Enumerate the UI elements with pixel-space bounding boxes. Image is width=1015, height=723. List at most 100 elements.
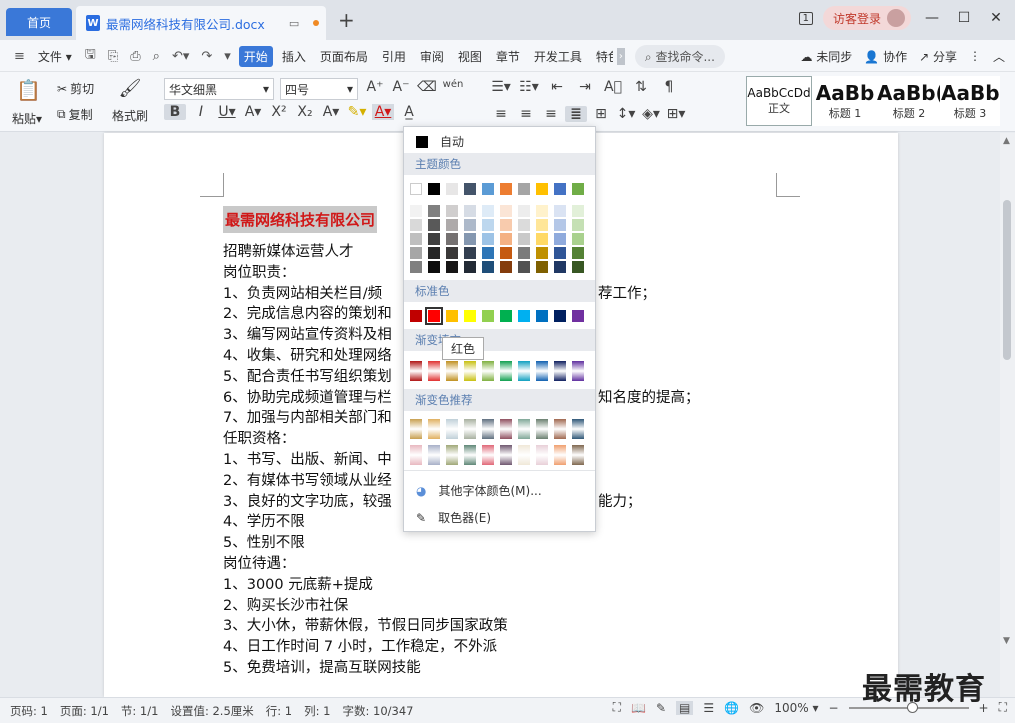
doc-line[interactable]: 1、负责网站相关栏目/频 (223, 282, 382, 303)
justify-icon[interactable]: ≣ (565, 106, 587, 122)
style-heading-2[interactable]: AaBb(标题 2 (876, 76, 942, 126)
theme-shade-swatch[interactable] (572, 261, 584, 273)
standard-color-swatch[interactable] (518, 310, 530, 322)
recommended-gradient-swatch[interactable] (410, 445, 422, 465)
zoom-select[interactable]: 100% ▾ (774, 701, 818, 715)
theme-shade-swatch[interactable] (446, 205, 458, 217)
doc-line-tail[interactable]: 荐工作； (598, 282, 656, 303)
theme-shade-swatch[interactable] (500, 247, 512, 259)
recommended-gradient-swatch[interactable] (536, 445, 548, 465)
gradient-color-swatch[interactable] (500, 361, 512, 381)
theme-shade-swatch[interactable] (554, 219, 566, 231)
doc-line[interactable]: 2、完成信息内容的策划和 (223, 302, 392, 323)
recommended-gradient-swatch[interactable] (482, 419, 494, 439)
tab-view[interactable]: 视图 (453, 46, 487, 67)
doc-line[interactable]: 岗位待遇： (223, 552, 296, 573)
theme-shade-swatch[interactable] (500, 205, 512, 217)
bold-button[interactable]: B (164, 104, 186, 120)
recommended-gradient-swatch[interactable] (572, 445, 584, 465)
grow-font-icon[interactable]: A⁺ (364, 79, 386, 95)
doc-heading[interactable]: 最需网络科技有限公司 (223, 206, 378, 233)
theme-shade-swatch[interactable] (536, 261, 548, 273)
auto-color-option[interactable]: 自动 (416, 133, 464, 150)
recommended-gradient-swatch[interactable] (500, 419, 512, 439)
new-tab-button[interactable]: + (338, 8, 355, 32)
theme-color-swatch[interactable] (518, 183, 530, 195)
minimize-button[interactable]: — (921, 10, 943, 26)
doc-line[interactable]: 1、书写、出版、新闻、中 (223, 448, 392, 469)
shading-icon[interactable]: ◈▾ (640, 106, 662, 122)
recommended-gradient-swatch[interactable] (554, 445, 566, 465)
status-words[interactable]: 字数: 10/347 (343, 703, 414, 719)
recommended-gradient-swatch[interactable] (428, 445, 440, 465)
style-heading-3[interactable]: AaBbC标题 3 (940, 76, 1000, 126)
recommended-gradient-swatch[interactable] (464, 419, 476, 439)
theme-shade-swatch[interactable] (482, 233, 494, 245)
read-mode-icon[interactable]: 📖 (631, 701, 646, 715)
line-spacing-icon[interactable]: ↕▾ (615, 106, 637, 122)
doc-line[interactable]: 4、收集、研究和处理网络 (223, 344, 392, 365)
maximize-button[interactable]: ☐ (953, 10, 975, 26)
recommended-gradient-swatch[interactable] (464, 445, 476, 465)
theme-shade-swatch[interactable] (518, 205, 530, 217)
fullscreen-icon[interactable]: ⛶ (613, 700, 621, 715)
theme-shade-swatch[interactable] (554, 261, 566, 273)
tab-developer[interactable]: 开发工具 (529, 46, 587, 67)
theme-shade-swatch[interactable] (446, 219, 458, 231)
theme-shade-swatch[interactable] (410, 247, 422, 259)
more-colors-option[interactable]: ◕ 其他字体颜色(M)... (416, 482, 542, 499)
print-icon[interactable]: ⎙ (126, 49, 144, 64)
recommended-gradient-swatch[interactable] (536, 419, 548, 439)
tab-references[interactable]: 引用 (377, 46, 411, 67)
doc-line[interactable]: 7、加强与内部相关部门和 (223, 406, 392, 427)
scroll-up-icon[interactable]: ▲ (1003, 136, 1010, 146)
theme-color-swatch[interactable] (554, 183, 566, 195)
theme-shade-swatch[interactable] (482, 205, 494, 217)
theme-shade-swatch[interactable] (446, 261, 458, 273)
font-name-select[interactable]: 华文细黑 ▾ (164, 78, 274, 100)
doc-line-tail[interactable]: 能力； (598, 490, 642, 511)
recommended-gradient-swatch[interactable] (518, 445, 530, 465)
theme-shade-swatch[interactable] (428, 205, 440, 217)
recommended-gradient-swatch[interactable] (446, 445, 458, 465)
align-center-icon[interactable]: ≡ (515, 106, 537, 122)
copy-button[interactable]: ⧉ 复制 (57, 106, 93, 123)
theme-color-swatch[interactable] (500, 183, 512, 195)
doc-line[interactable]: 5、性别不限 (223, 531, 305, 552)
bullet-list-icon[interactable]: ☰▾ (490, 79, 512, 95)
style-normal[interactable]: AaBbCcDd 正文 (746, 76, 812, 126)
strikethrough-button[interactable]: A▾ (242, 104, 264, 120)
command-search-input[interactable]: ⌕ 查找命令... (634, 44, 725, 68)
doc-line[interactable]: 岗位职责： (223, 261, 296, 282)
increase-indent-icon[interactable]: ⇥ (574, 79, 596, 95)
recommended-gradient-swatch[interactable] (518, 419, 530, 439)
standard-color-swatch[interactable] (464, 310, 476, 322)
doc-line[interactable]: 6、协助完成频道管理与栏 (223, 386, 392, 407)
text-effect-button[interactable]: A▾ (320, 104, 342, 120)
doc-line[interactable]: 4、日工作时间 7 小时，工作稳定，不外派 (223, 635, 497, 656)
save-icon[interactable]: 🖫 (81, 45, 100, 67)
gradient-color-swatch[interactable] (554, 361, 566, 381)
eye-protect-icon[interactable]: 👁 (749, 701, 764, 715)
theme-shade-swatch[interactable] (536, 247, 548, 259)
gradient-color-swatch[interactable] (446, 361, 458, 381)
export-icon[interactable]: ⎘ (104, 49, 122, 64)
tab-chapter[interactable]: 章节 (491, 46, 525, 67)
scroll-thumb[interactable] (1003, 200, 1011, 360)
status-pages[interactable]: 页面: 1/1 (60, 703, 109, 719)
theme-shade-swatch[interactable] (482, 247, 494, 259)
print-preview-icon[interactable]: ⌕ (149, 49, 164, 64)
theme-shade-swatch[interactable] (464, 205, 476, 217)
theme-shade-swatch[interactable] (410, 261, 422, 273)
standard-color-swatch[interactable] (410, 310, 422, 322)
gradient-color-swatch[interactable] (536, 361, 548, 381)
undo-icon[interactable]: ↶▾ (168, 49, 193, 64)
theme-color-swatch[interactable] (572, 183, 584, 195)
doc-line-tail[interactable]: 知名度的提高； (598, 386, 700, 407)
theme-color-swatch[interactable] (428, 183, 440, 195)
recommended-gradient-swatch[interactable] (410, 419, 422, 439)
redo-icon[interactable]: ↷ (197, 49, 216, 64)
recommended-gradient-swatch[interactable] (554, 419, 566, 439)
subscript-button[interactable]: X₂ (294, 104, 316, 120)
standard-color-swatch[interactable] (500, 310, 512, 322)
